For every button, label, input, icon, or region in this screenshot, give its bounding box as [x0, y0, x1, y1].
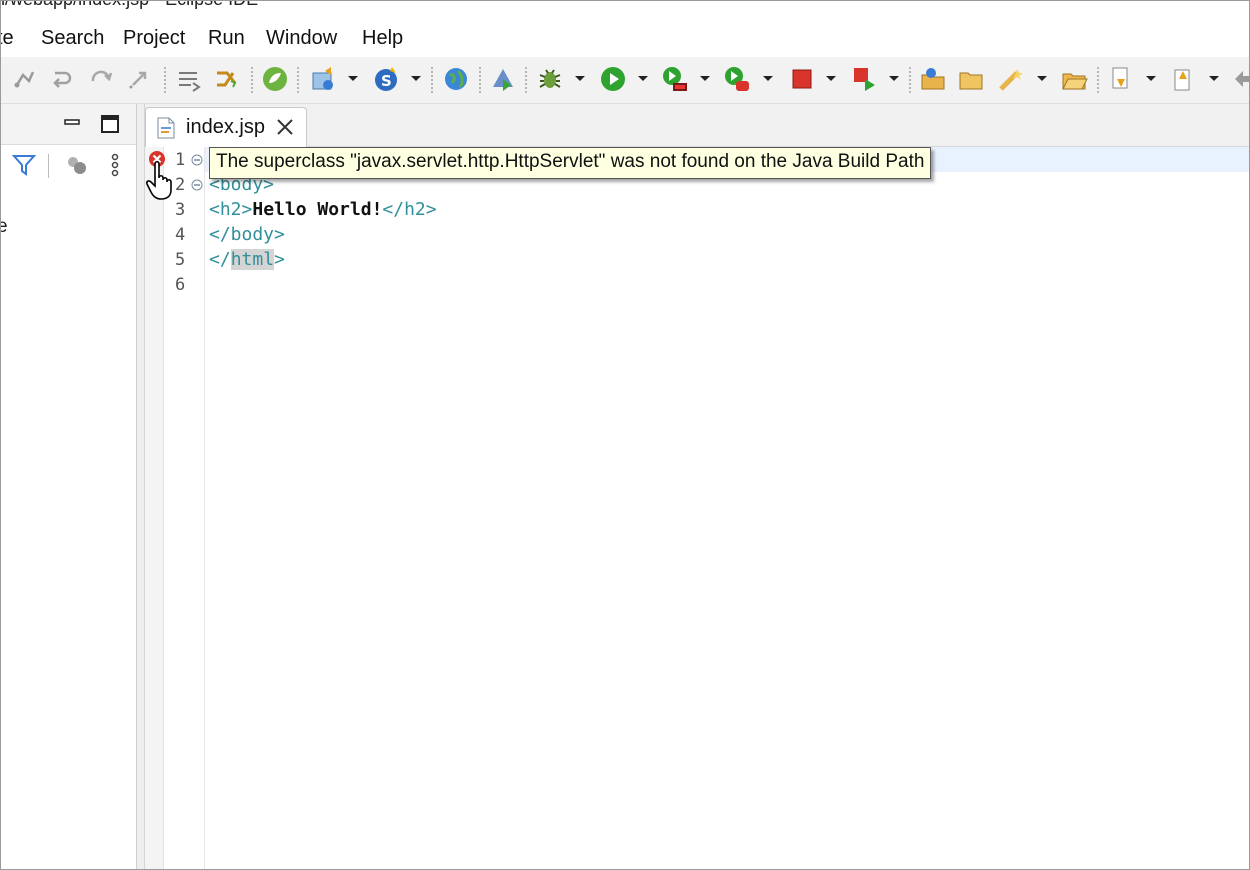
view-splitter[interactable]: [137, 104, 145, 869]
previous-annotation-icon[interactable]: [1169, 65, 1197, 93]
open-file-icon[interactable]: [1060, 65, 1088, 93]
view-toolbar-separator: [48, 154, 49, 178]
merge-icon[interactable]: [213, 65, 241, 93]
stop-run-icon[interactable]: [851, 65, 879, 93]
new-server-icon[interactable]: [309, 65, 337, 93]
chevron-down-icon[interactable]: [410, 71, 422, 85]
toolbar-separator: [297, 67, 301, 93]
toolbar-separator: [251, 67, 255, 93]
open-folder-icon[interactable]: [957, 65, 985, 93]
chevron-down-icon[interactable]: [1208, 71, 1220, 85]
fold-collapse-icon[interactable]: [191, 179, 203, 191]
toolbar-separator: [909, 67, 913, 93]
svg-text:S: S: [381, 72, 392, 90]
link-editor-icon[interactable]: [64, 152, 90, 178]
close-icon[interactable]: [274, 116, 296, 138]
code-line-3[interactable]: <h2>Hello World!</h2>: [209, 199, 437, 220]
drop-to-frame-icon[interactable]: [125, 65, 153, 93]
line-number: 5: [175, 250, 186, 270]
fold-collapse-icon[interactable]: [191, 154, 203, 166]
menu-navigate[interactable]: te: [1, 27, 14, 50]
connect-icon[interactable]: [11, 65, 39, 93]
wand-icon[interactable]: [997, 65, 1025, 93]
toolbar-separator: [164, 67, 168, 93]
menu-help[interactable]: Help: [362, 27, 403, 50]
code-token: </h2>: [382, 199, 437, 220]
filter-icon[interactable]: [11, 152, 37, 178]
editor-tab-index-jsp[interactable]: index.jsp: [145, 107, 307, 147]
last-edit-icon[interactable]: [1231, 65, 1249, 93]
title-bar: n/webapp/index.jsp - Eclipse IDE: [1, 1, 1249, 11]
error-tooltip: The superclass "javax.servlet.http.HttpS…: [209, 147, 932, 179]
menu-bar: te Search Project Run Window Help: [1, 25, 1249, 55]
step-return-icon[interactable]: [49, 65, 77, 93]
code-line-5[interactable]: </html>: [209, 249, 285, 270]
view-menu-icon[interactable]: [102, 152, 128, 178]
line-number: 3: [175, 200, 186, 220]
toolbar-separator: [1097, 67, 1101, 93]
spring-icon[interactable]: [261, 65, 289, 93]
code-token: </: [209, 249, 231, 270]
line-number: 4: [175, 225, 186, 245]
menu-window[interactable]: Window: [266, 27, 337, 50]
annotation-ruler[interactable]: [145, 147, 164, 869]
minimize-icon[interactable]: [59, 110, 85, 136]
code-token: >: [274, 249, 285, 270]
left-view-header: [1, 104, 136, 145]
line-number: 2: [175, 175, 186, 195]
spring-boot-icon[interactable]: S: [372, 65, 400, 93]
toolbar-separator: [431, 67, 435, 93]
main-toolbar: S: [1, 57, 1249, 104]
menu-project[interactable]: Project: [123, 27, 185, 50]
deploy-icon[interactable]: [489, 65, 517, 93]
redo-icon[interactable]: [87, 65, 115, 93]
run-icon[interactable]: [599, 65, 627, 93]
chevron-down-icon[interactable]: [1145, 71, 1157, 85]
chevron-down-icon[interactable]: [699, 71, 711, 85]
hand-cursor-icon: [145, 160, 175, 200]
code-line-4[interactable]: </body>: [209, 224, 285, 245]
editor-tab-bar: index.jsp: [145, 104, 1249, 147]
window-title: n/webapp/index.jsp - Eclipse IDE: [1, 1, 258, 10]
chevron-down-icon[interactable]: [637, 71, 649, 85]
next-annotation-icon[interactable]: [1107, 65, 1135, 93]
open-task-icon[interactable]: [919, 65, 947, 93]
editor-area: index.jsp 1 2 3 4 5 6 <body> <h2>Hello W…: [145, 104, 1249, 869]
toolbar-separator: [525, 67, 529, 93]
toolbar-separator: [479, 67, 483, 93]
chevron-down-icon[interactable]: [347, 71, 359, 85]
left-view-text-line: .: [1, 249, 2, 271]
code-token: <h2>: [209, 199, 253, 220]
chevron-down-icon[interactable]: [574, 71, 586, 85]
run-coverage-icon[interactable]: [661, 65, 689, 93]
menu-search[interactable]: Search: [41, 27, 104, 50]
stop-icon[interactable]: [788, 65, 816, 93]
code-token: Hello World!: [252, 199, 383, 220]
profile-icon[interactable]: [723, 65, 751, 93]
step-filter-icon[interactable]: [175, 65, 203, 93]
chevron-down-icon[interactable]: [762, 71, 774, 85]
debug-icon[interactable]: [536, 65, 564, 93]
line-number: 1: [175, 150, 186, 170]
left-view-text-line: e: [1, 216, 8, 238]
editor-tab-label: index.jsp: [186, 116, 265, 138]
line-number: 6: [175, 275, 186, 295]
globe-icon[interactable]: [442, 65, 470, 93]
maximize-icon[interactable]: [97, 111, 123, 137]
left-view: e .: [1, 104, 137, 869]
code-token: </body>: [209, 224, 285, 245]
chevron-down-icon[interactable]: [1036, 71, 1048, 85]
chevron-down-icon[interactable]: [888, 71, 900, 85]
chevron-down-icon[interactable]: [825, 71, 837, 85]
jsp-file-icon: [156, 117, 176, 139]
code-token: html: [230, 249, 275, 270]
menu-run[interactable]: Run: [208, 27, 245, 50]
eclipse-window: n/webapp/index.jsp - Eclipse IDE te Sear…: [0, 0, 1250, 870]
